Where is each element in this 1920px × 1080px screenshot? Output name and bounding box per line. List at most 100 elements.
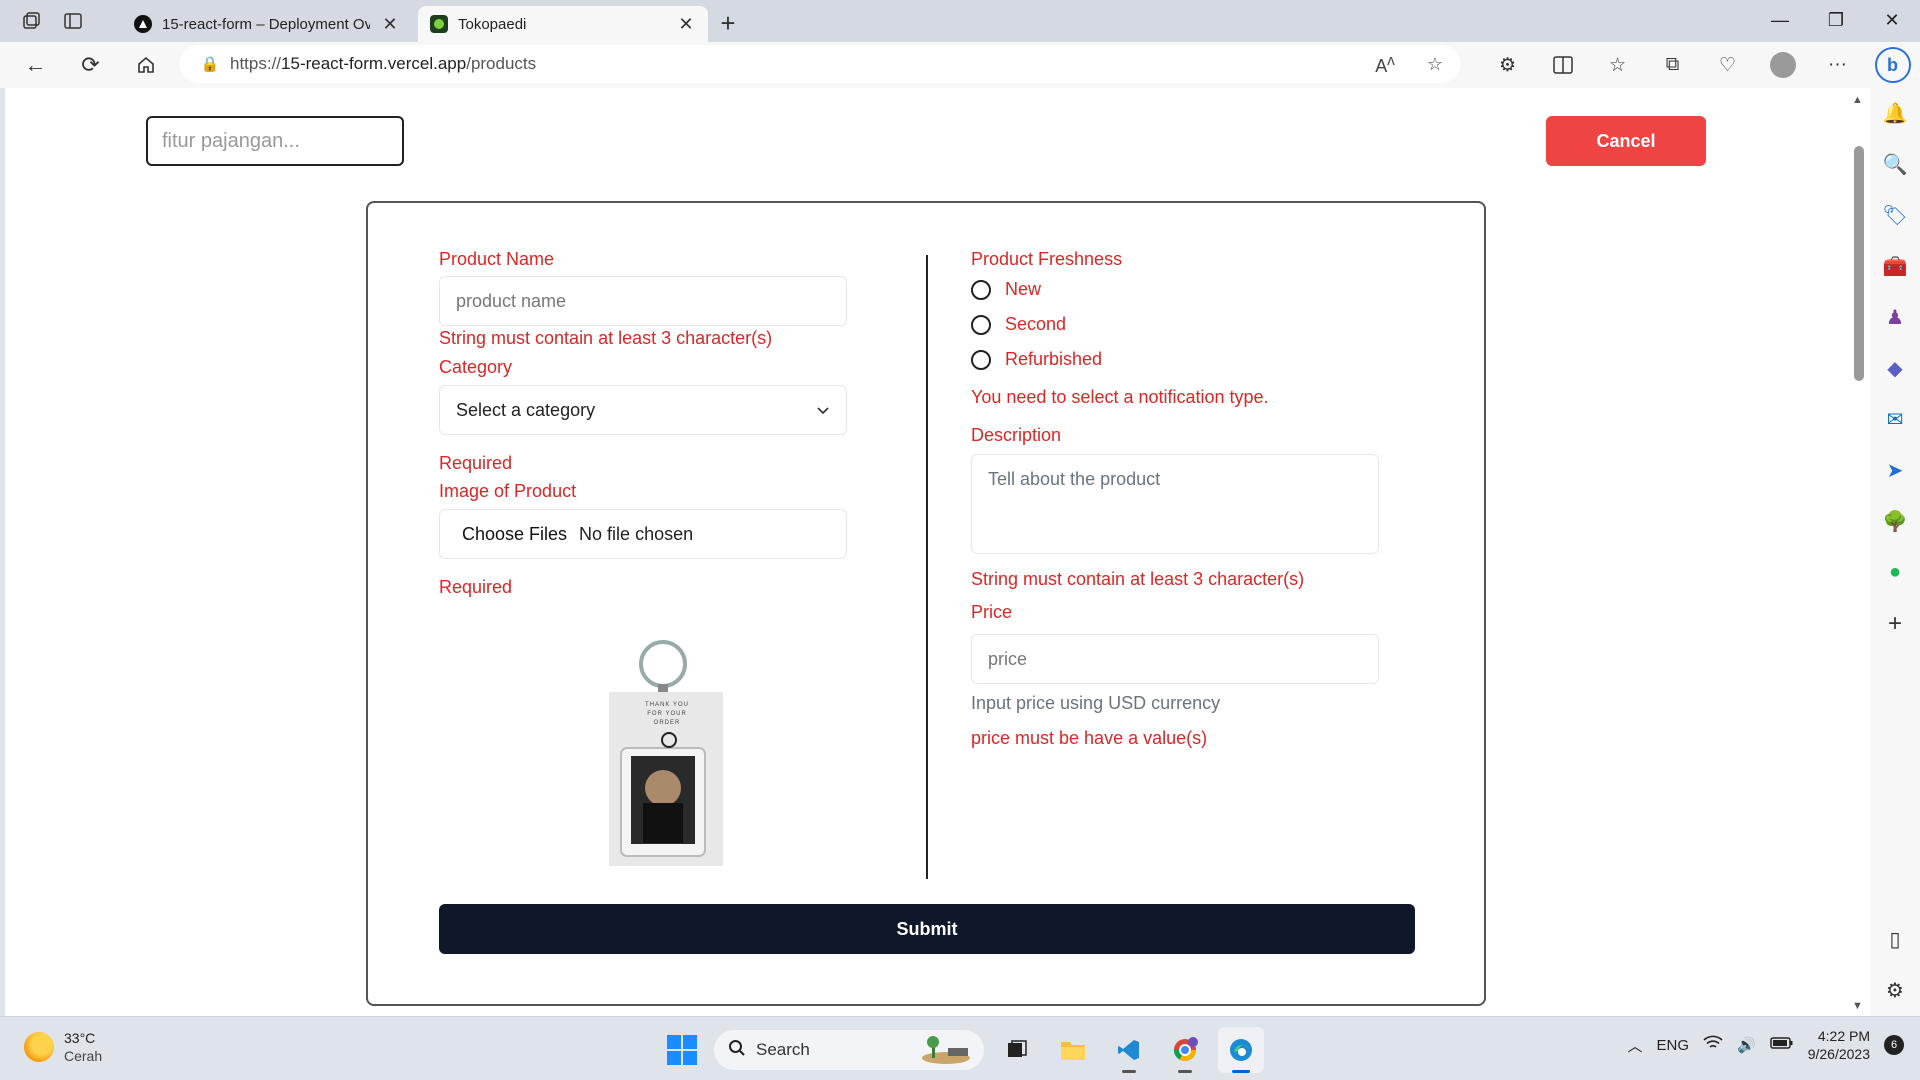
bing-copilot-icon[interactable]: b bbox=[1865, 42, 1920, 88]
radio-circle[interactable] bbox=[971, 279, 991, 300]
weather-widget[interactable]: 33°C Cerah bbox=[24, 1029, 102, 1065]
product-image-preview: THANK YOU FOR YOUR ORDER bbox=[609, 638, 725, 868]
product-form-card: Product Name product name String must co… bbox=[366, 201, 1486, 1006]
battery-icon[interactable] bbox=[1769, 1036, 1794, 1054]
product-name-input[interactable]: product name bbox=[439, 276, 847, 326]
radio-label: New bbox=[1005, 279, 1042, 299]
vercel-icon bbox=[134, 15, 152, 33]
submit-button[interactable]: Submit bbox=[439, 904, 1415, 954]
shopping-tag-icon[interactable]: 🏷 bbox=[1870, 190, 1920, 241]
split-screen-icon[interactable] bbox=[1535, 42, 1590, 88]
freshness-error: You need to select a notification type. bbox=[971, 387, 1269, 407]
read-aloud-icon[interactable]: Aʌ bbox=[1360, 52, 1410, 77]
close-tab-icon[interactable]: ✕ bbox=[380, 14, 400, 35]
category-value: Select a category bbox=[456, 399, 596, 420]
price-input[interactable]: price bbox=[971, 634, 1379, 684]
new-tab-icon[interactable]: + bbox=[708, 8, 748, 39]
url-bar[interactable]: 🔒 https://15-react-form.vercel.app/produ… bbox=[180, 45, 1460, 83]
image-label: Image of Product bbox=[439, 481, 577, 501]
page-scrollbar[interactable]: ▲ ▼ bbox=[1848, 88, 1870, 1016]
category-select[interactable]: Select a category bbox=[439, 385, 847, 435]
taskbar-search[interactable]: Search bbox=[714, 1030, 984, 1070]
hide-sidebar-icon[interactable]: ▯ bbox=[1870, 914, 1920, 965]
add-sidebar-app-icon[interactable]: + bbox=[1870, 598, 1920, 649]
tab-tokopaedi[interactable]: Tokopaedi ✕ bbox=[418, 6, 708, 42]
search-icon bbox=[728, 1039, 746, 1062]
page-viewport: Cancel Product Name product name String … bbox=[5, 88, 1848, 1016]
price-error: price must be have a value(s) bbox=[971, 728, 1208, 748]
radio-circle[interactable] bbox=[971, 314, 991, 335]
file-explorer-icon[interactable] bbox=[1050, 1027, 1096, 1073]
vscode-icon[interactable] bbox=[1106, 1027, 1152, 1073]
sidebar-settings-icon[interactable]: ⚙ bbox=[1870, 965, 1920, 1016]
system-tray: ︿ ENG 🔊 4:22 PM 9/26/2023 6 bbox=[1627, 1027, 1904, 1063]
product-name-label: Product Name bbox=[439, 249, 555, 269]
windows-start-icon[interactable] bbox=[660, 1028, 704, 1072]
favorites-icon[interactable]: ☆ bbox=[1590, 42, 1645, 88]
scroll-up-icon[interactable]: ▲ bbox=[1852, 94, 1863, 106]
radio-label: Refurbished bbox=[1005, 349, 1103, 369]
search-input[interactable] bbox=[146, 116, 404, 166]
image-file-input[interactable]: Choose Files No file chosen bbox=[439, 509, 847, 559]
notification-bell-icon[interactable]: 🔔 bbox=[1870, 88, 1920, 139]
choose-files-button[interactable]: Choose Files bbox=[462, 524, 567, 545]
close-window-icon[interactable]: ✕ bbox=[1864, 0, 1920, 40]
radio-label: Second bbox=[1005, 314, 1067, 334]
restore-icon[interactable]: ❐ bbox=[1808, 0, 1864, 40]
cancel-button[interactable]: Cancel bbox=[1546, 116, 1706, 166]
description-textarea[interactable]: Tell about the product bbox=[971, 454, 1379, 554]
minimize-icon[interactable]: — bbox=[1752, 0, 1808, 40]
lock-icon[interactable]: 🔒 bbox=[190, 55, 230, 73]
clock[interactable]: 4:22 PM 9/26/2023 bbox=[1808, 1027, 1870, 1063]
radio-refurbished[interactable]: Refurbished bbox=[971, 349, 1102, 370]
profile-avatar[interactable] bbox=[1755, 42, 1810, 88]
tab-deployment[interactable]: 15-react-form – Deployment Ove ✕ bbox=[122, 6, 412, 42]
search-icon[interactable]: 🔍 bbox=[1870, 139, 1920, 190]
tools-icon[interactable]: 🧰 bbox=[1870, 241, 1920, 292]
favorite-star-icon[interactable]: ☆ bbox=[1410, 54, 1460, 75]
address-bar-row: ← ⟳ 🔒 https://15-react-form.vercel.app/p… bbox=[0, 42, 1920, 88]
radio-new[interactable]: New bbox=[971, 279, 1041, 300]
clock-time: 4:22 PM bbox=[1817, 1028, 1870, 1044]
browser-tab-bar: 15-react-form – Deployment Ove ✕ Tokopae… bbox=[0, 0, 1920, 42]
chrome-icon[interactable] bbox=[1162, 1027, 1208, 1073]
spotify-icon[interactable]: ● bbox=[1870, 547, 1920, 598]
games-icon[interactable]: ♟ bbox=[1870, 292, 1920, 343]
product-name-error: String must contain at least 3 character… bbox=[439, 328, 773, 348]
send-icon[interactable]: ➤ bbox=[1870, 445, 1920, 496]
chevron-down-icon bbox=[816, 400, 830, 421]
search-label: Search bbox=[756, 1040, 810, 1059]
freshness-label: Product Freshness bbox=[971, 249, 1123, 269]
weather-sun-icon bbox=[24, 1032, 54, 1062]
home-icon[interactable] bbox=[118, 42, 173, 88]
microsoft365-icon[interactable]: ◆ bbox=[1870, 343, 1920, 394]
url-text[interactable]: https://15-react-form.vercel.app/product… bbox=[230, 54, 1360, 74]
volume-icon[interactable]: 🔊 bbox=[1737, 1036, 1756, 1054]
image-error: Required bbox=[439, 577, 513, 597]
notification-count-badge[interactable]: 6 bbox=[1884, 1035, 1904, 1055]
image-caption-line1: THANK YOU bbox=[645, 702, 689, 708]
close-tab-icon[interactable]: ✕ bbox=[676, 14, 696, 35]
no-file-text: No file chosen bbox=[579, 523, 694, 544]
scrollbar-thumb[interactable] bbox=[1854, 146, 1864, 381]
tab-title: 15-react-form – Deployment Ove bbox=[162, 15, 370, 33]
price-hint: Input price using USD currency bbox=[971, 693, 1221, 713]
task-view-icon[interactable] bbox=[994, 1027, 1040, 1073]
workspaces-icon[interactable] bbox=[10, 0, 52, 42]
refresh-icon[interactable]: ⟳ bbox=[63, 42, 118, 88]
outlook-icon[interactable]: ✉ bbox=[1870, 394, 1920, 445]
browser-essentials-icon[interactable]: ♡ bbox=[1700, 42, 1755, 88]
radio-circle[interactable] bbox=[971, 349, 991, 370]
tab-actions-icon[interactable] bbox=[52, 0, 94, 42]
edge-icon[interactable] bbox=[1218, 1027, 1264, 1073]
tree-icon[interactable]: 🌳 bbox=[1870, 496, 1920, 547]
scroll-down-icon[interactable]: ▼ bbox=[1852, 1000, 1863, 1012]
radio-second[interactable]: Second bbox=[971, 314, 1066, 335]
collections-icon[interactable]: ⧉ bbox=[1645, 42, 1700, 88]
show-hidden-icons-icon[interactable]: ︿ bbox=[1627, 1035, 1642, 1056]
wifi-icon[interactable] bbox=[1703, 1035, 1723, 1055]
more-options-icon[interactable]: ··· bbox=[1810, 42, 1865, 88]
extensions-icon[interactable]: ⚙ bbox=[1480, 42, 1535, 88]
back-icon[interactable]: ← bbox=[8, 42, 63, 88]
language-indicator[interactable]: ENG bbox=[1657, 1037, 1690, 1054]
